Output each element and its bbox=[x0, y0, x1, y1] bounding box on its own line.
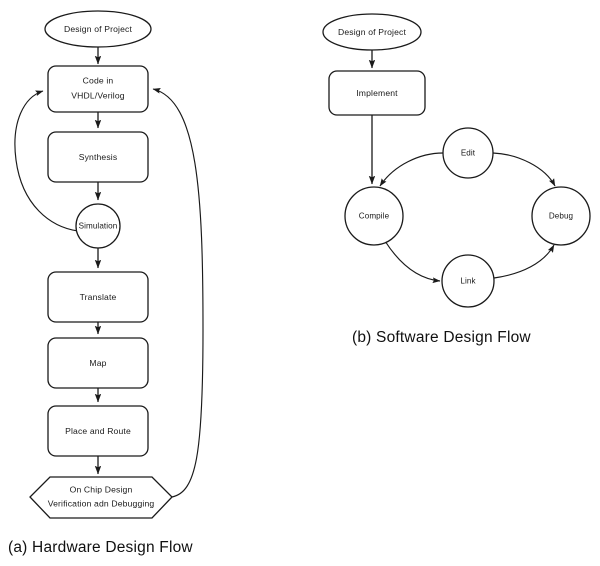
sw-compile-label: Compile bbox=[359, 212, 390, 221]
sw-node-compile[interactable]: Compile bbox=[344, 186, 404, 246]
hw-node-map[interactable]: Map bbox=[47, 337, 149, 389]
sw-implement-label: Implement bbox=[356, 88, 398, 98]
sw-edge-link-to-debug bbox=[493, 244, 555, 279]
figure-root: Design of Project Code in VHDL/Verilog S… bbox=[0, 0, 600, 566]
hw-node-code[interactable]: Code in VHDL/Verilog bbox=[47, 65, 149, 113]
software-design-flow-group: Design of Project Implement Edit Compile… bbox=[322, 13, 591, 346]
software-flow-caption: (b) Software Design Flow bbox=[352, 329, 531, 346]
design-flow-diagram: Design of Project Code in VHDL/Verilog S… bbox=[8, 10, 591, 556]
sw-start-label: Design of Project bbox=[338, 27, 406, 37]
sw-edge-edit-to-compile bbox=[379, 152, 444, 187]
hw-simulation-label: Simulation bbox=[79, 222, 118, 231]
hw-onchip-label-line1: On Chip Design bbox=[70, 484, 133, 494]
sw-node-debug[interactable]: Debug bbox=[531, 186, 591, 246]
hw-translate-label: Translate bbox=[80, 292, 117, 302]
sw-link-label: Link bbox=[460, 277, 476, 286]
hw-node-simulation[interactable]: Simulation bbox=[75, 203, 121, 249]
hw-onchip-label-line2: Verification adn Debugging bbox=[48, 498, 155, 508]
hw-code-label-line2: VHDL/Verilog bbox=[71, 90, 124, 100]
sw-node-edit[interactable]: Edit bbox=[442, 127, 494, 179]
sw-node-design-of-project[interactable]: Design of Project bbox=[322, 13, 422, 51]
hw-node-place-and-route[interactable]: Place and Route bbox=[47, 405, 149, 457]
hw-node-synthesis[interactable]: Synthesis bbox=[47, 131, 149, 183]
hw-placeroute-label: Place and Route bbox=[65, 426, 131, 436]
hardware-flow-caption: (a) Hardware Design Flow bbox=[8, 539, 193, 556]
hw-node-on-chip-design[interactable]: On Chip Design Verification adn Debuggin… bbox=[29, 476, 173, 519]
hw-map-label: Map bbox=[89, 358, 106, 368]
sw-edge-edit-to-debug bbox=[492, 152, 556, 187]
hardware-design-flow-group: Design of Project Code in VHDL/Verilog S… bbox=[8, 10, 204, 556]
hw-code-label-line1: Code in bbox=[83, 75, 114, 85]
hw-synthesis-label: Synthesis bbox=[79, 152, 118, 162]
sw-node-link[interactable]: Link bbox=[441, 254, 495, 308]
sw-edit-label: Edit bbox=[461, 149, 476, 158]
sw-edge-compile-to-link bbox=[384, 240, 441, 284]
sw-node-implement[interactable]: Implement bbox=[328, 70, 426, 116]
hw-node-translate[interactable]: Translate bbox=[47, 271, 149, 323]
edge-onchip-to-code-feedback bbox=[152, 87, 204, 498]
hw-node-design-of-project[interactable]: Design of Project bbox=[44, 10, 152, 48]
sw-debug-label: Debug bbox=[549, 212, 573, 221]
hw-code-rect-shape bbox=[47, 65, 149, 113]
hw-start-label: Design of Project bbox=[64, 24, 132, 34]
